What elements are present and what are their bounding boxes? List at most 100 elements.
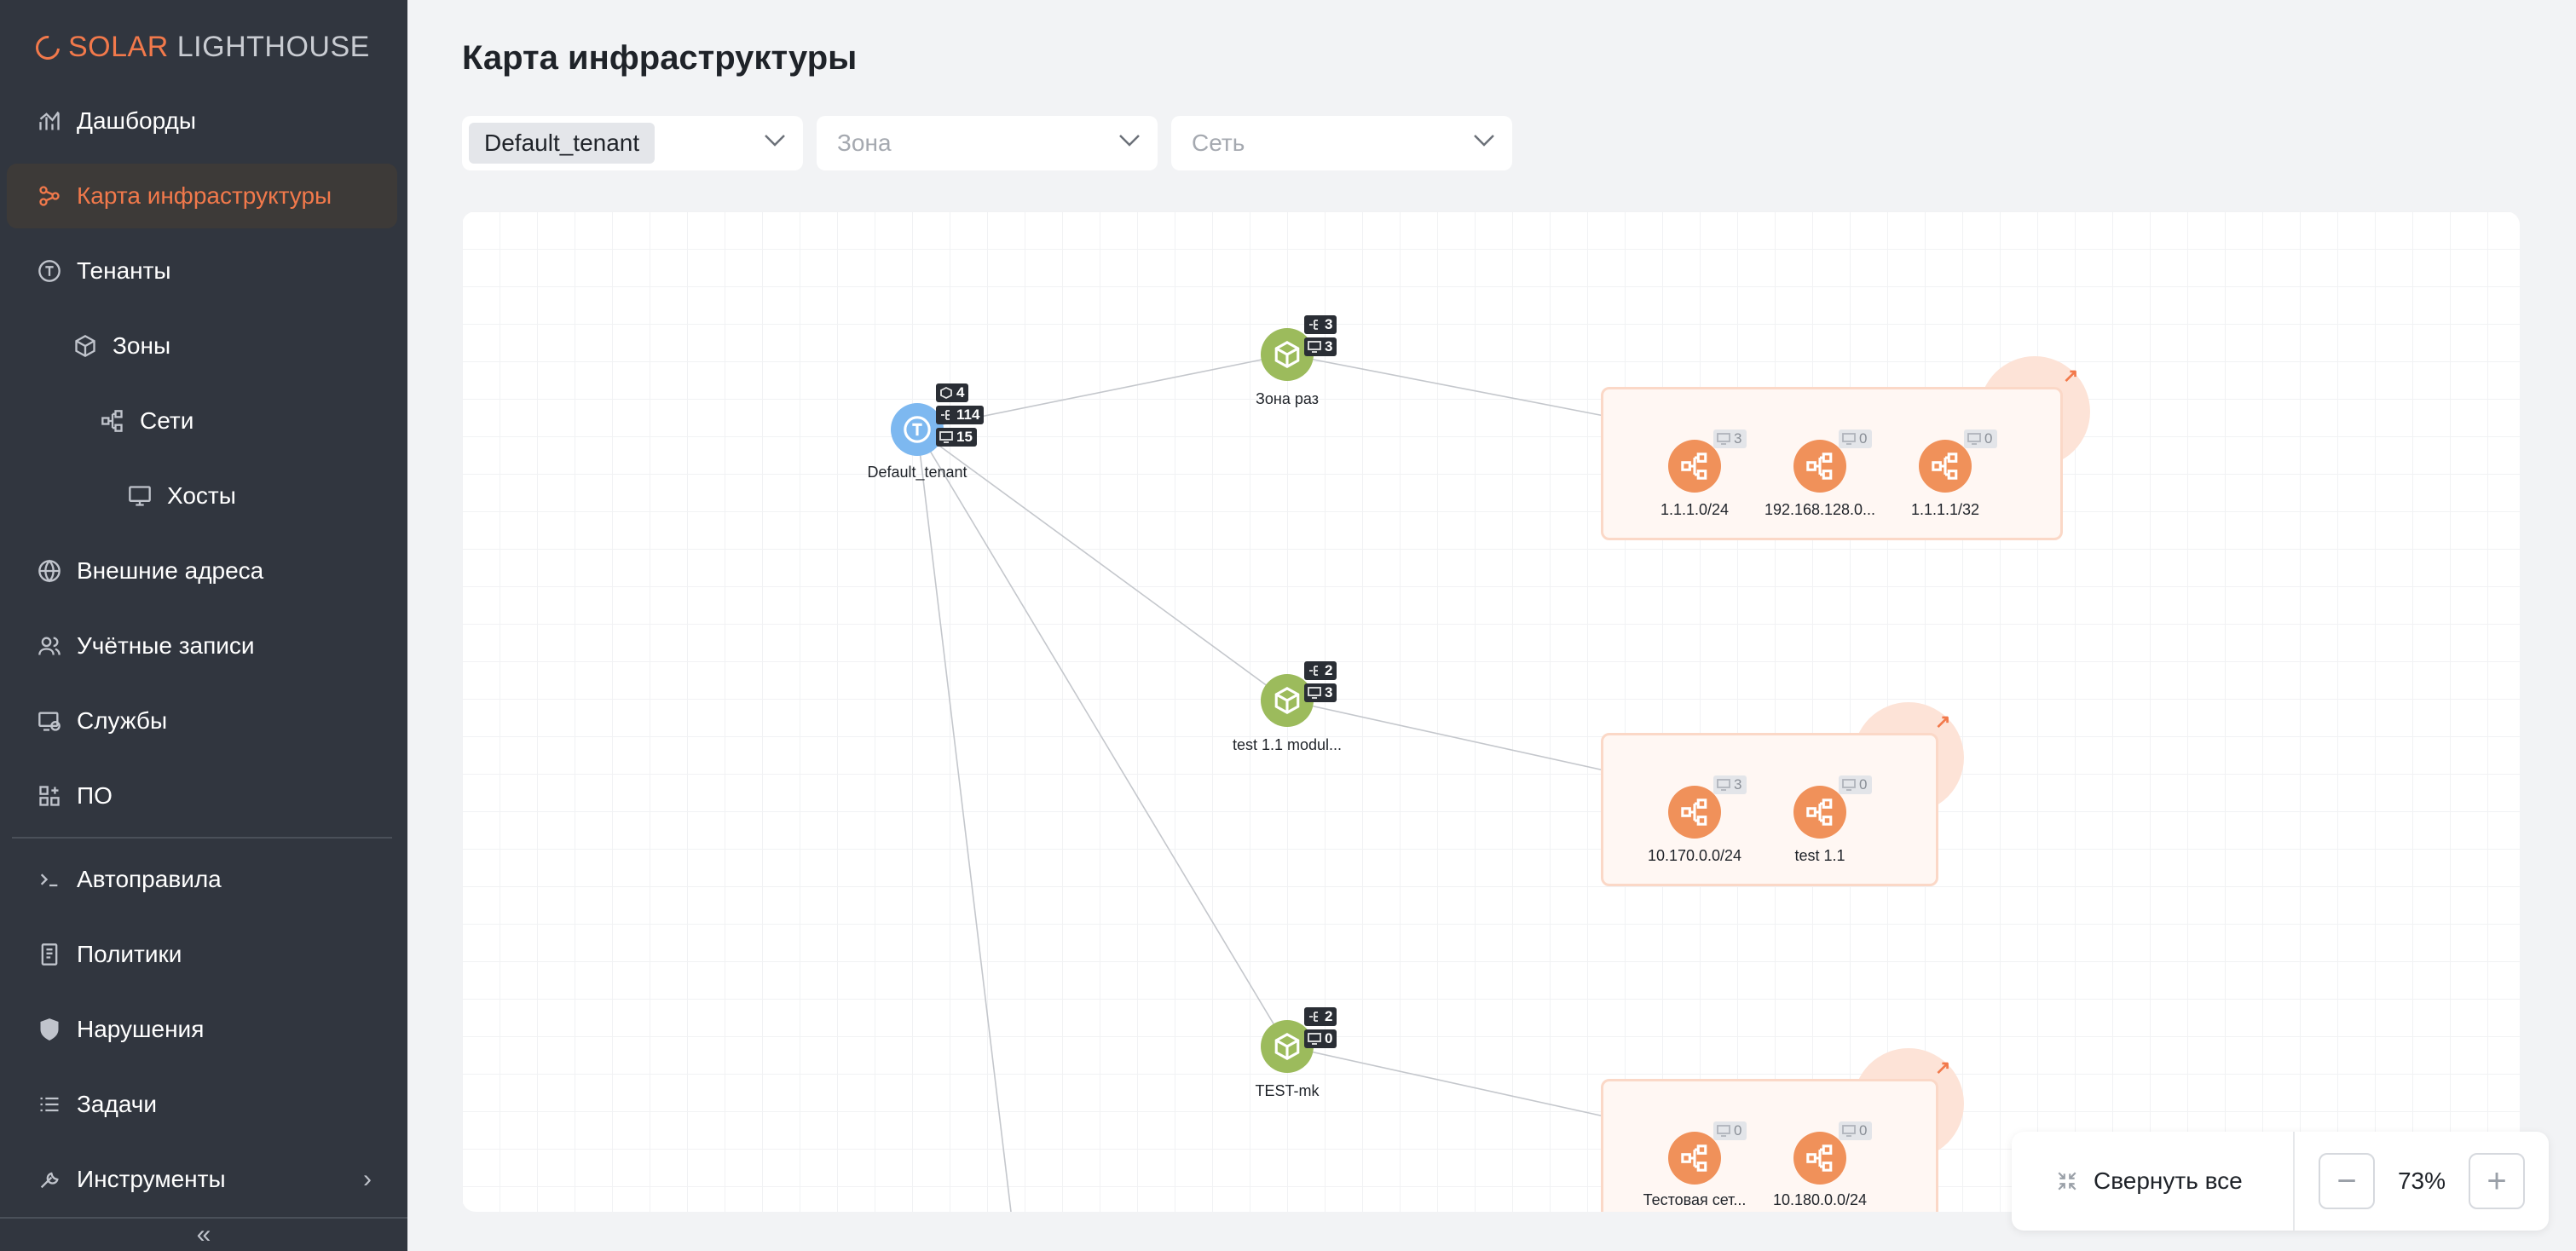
badge-count: 3 (1325, 316, 1333, 332)
badge-count: 0 (1859, 430, 1868, 447)
badge-count: 2 (1325, 662, 1333, 678)
badge-count: 0 (1859, 1122, 1868, 1139)
network-node-label: 1.1.1.1/32 (1910, 501, 1980, 518)
sidebar-item-networks[interactable]: Сети (7, 389, 397, 453)
expand-arrow-icon[interactable]: ↗ (1935, 711, 1950, 733)
logo-text-solar: SOLAR (68, 31, 169, 63)
zoom-level: 73% (2397, 1167, 2446, 1194)
link-tenant-offscreen (916, 429, 1012, 1212)
badge-count: 0 (1859, 776, 1868, 793)
badge-count: 0 (1325, 1030, 1333, 1046)
network-icon (1681, 1144, 1707, 1172)
network-node[interactable] (1668, 786, 1721, 839)
monitor-icon (1308, 687, 1321, 699)
zone-hosts-badge: 3 (1304, 683, 1337, 702)
network-icon (1806, 798, 1833, 826)
monitor-icon (1717, 1125, 1730, 1137)
network-select-placeholder: Сеть (1192, 130, 1245, 156)
badge-count: 15 (956, 429, 973, 445)
cube-icon (1274, 687, 1300, 714)
chevron-down-icon (1118, 133, 1140, 152)
sidebar-item-infrastructure-map[interactable]: Карта инфраструктуры (7, 164, 397, 228)
collapse-all-button[interactable]: Свернуть все (2012, 1132, 2295, 1231)
sidebar-item-tenants[interactable]: Тенанты (7, 239, 397, 303)
network-node[interactable] (1919, 440, 1972, 493)
network-node[interactable] (1668, 1132, 1721, 1185)
badge-count: 114 (956, 406, 980, 423)
sidebar-item-tasks[interactable]: Задачи (7, 1072, 397, 1137)
chevron-right-icon: › (363, 1165, 372, 1193)
network-icon (1806, 1144, 1833, 1172)
badge-count: 3 (1325, 338, 1333, 355)
zone-select[interactable]: Зона (817, 116, 1158, 170)
logo-ring-icon (31, 30, 65, 65)
network-icon (1806, 453, 1833, 480)
network-hosts-badge: 0 (1839, 1121, 1873, 1140)
network-icon (99, 407, 126, 435)
sidebar-item-violations[interactable]: Нарушения (7, 997, 397, 1062)
link-zone3-group (1286, 1046, 1605, 1117)
zone-node-label: Зона раз (1256, 390, 1319, 407)
topology-icon (36, 182, 63, 210)
double-chevron-left-icon: « (196, 1220, 211, 1248)
cube-icon (940, 387, 952, 399)
network-select[interactable]: Сеть (1171, 116, 1512, 170)
badge-count: 0 (1734, 1122, 1742, 1139)
sidebar-item-policies[interactable]: Политики (7, 922, 397, 987)
sidebar-item-dashboards[interactable]: Дашборды (7, 89, 397, 153)
chevron-down-icon (764, 133, 785, 152)
network-node[interactable] (1793, 440, 1846, 493)
sidebar-item-label: Автоправила (77, 866, 222, 892)
network-hosts-badge: 3 (1713, 775, 1747, 794)
cube-icon (1274, 341, 1300, 368)
sidebar: SOLAR LIGHTHOUSE Дашборды Карта инфрастр… (0, 0, 407, 1251)
list-icon (36, 1091, 63, 1118)
network-node[interactable] (1793, 1132, 1846, 1185)
tenant-icon (904, 416, 931, 443)
expand-arrow-icon[interactable]: ↗ (1935, 1057, 1950, 1079)
tenant-select[interactable]: Default_tenant (462, 116, 803, 170)
network-node[interactable] (1793, 786, 1846, 839)
tenant-zones-badge: 4 (936, 383, 969, 402)
monitor-icon (1717, 433, 1730, 445)
sidebar-item-software[interactable]: ПО (7, 764, 397, 828)
tenant-icon (36, 257, 63, 285)
sidebar-item-autorules[interactable]: Автоправила (7, 847, 397, 912)
monitor-icon (1717, 779, 1730, 791)
sidebar-item-hosts[interactable]: Хосты (7, 464, 397, 528)
network-node-label: 10.170.0.0/24 (1647, 847, 1742, 864)
wrench-icon (36, 1166, 63, 1193)
monitor-icon (939, 431, 953, 443)
sidebar-collapse-button[interactable]: « (0, 1217, 407, 1251)
chart-icon (36, 107, 63, 135)
logo-text-lighthouse: LIGHTHOUSE (176, 31, 370, 63)
infrastructure-map-canvas[interactable]: 4 114 15 Default_tenant 3 3 Зона раз 2 3… (462, 211, 2520, 1212)
network-icon (1681, 798, 1707, 826)
services-icon (36, 707, 63, 735)
sidebar-item-tools[interactable]: Инструменты › (7, 1147, 397, 1212)
sidebar-item-external-addresses[interactable]: Внешние адреса (7, 539, 397, 603)
sidebar-item-label: Инструменты (77, 1166, 226, 1192)
app-logo[interactable]: SOLAR LIGHTHOUSE (31, 30, 370, 65)
network-node[interactable] (1668, 440, 1721, 493)
zoom-in-button[interactable]: + (2469, 1153, 2525, 1209)
monitor-icon (1842, 433, 1856, 445)
zone-networks-badge: 2 (1304, 1007, 1337, 1026)
zoom-out-button[interactable]: − (2319, 1153, 2375, 1209)
link-tenant-zone3 (916, 429, 1288, 1047)
link-zone1-group (1286, 354, 1605, 417)
network-icon (941, 410, 950, 420)
tenant-hosts-badge: 15 (936, 428, 977, 447)
cube-icon (1274, 1033, 1300, 1060)
zone-select-placeholder: Зона (837, 130, 892, 156)
badge-count: 2 (1325, 1008, 1333, 1024)
zone-hosts-badge: 3 (1304, 337, 1337, 356)
badge-count: 3 (1734, 430, 1742, 447)
network-node-label: Тестовая сет... (1643, 1191, 1747, 1208)
sidebar-item-zones[interactable]: Зоны (7, 314, 397, 378)
sidebar-item-accounts[interactable]: Учётные записи (7, 614, 397, 678)
collapse-icon (2058, 1172, 2076, 1190)
expand-arrow-icon[interactable]: ↗ (2063, 365, 2078, 387)
sidebar-item-services[interactable]: Службы (7, 689, 397, 753)
zone-node-label: TEST-mk (1255, 1082, 1320, 1099)
